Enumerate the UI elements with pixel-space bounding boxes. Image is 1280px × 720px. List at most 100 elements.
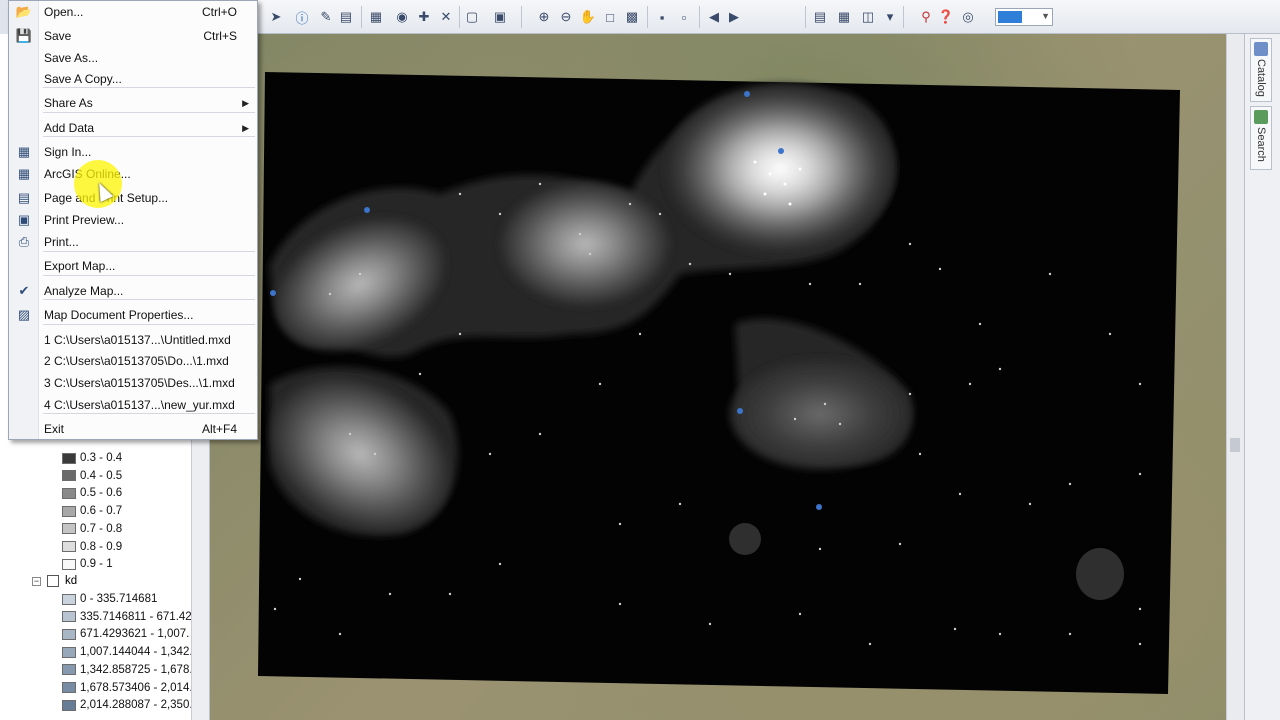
legend-class-row[interactable]: 0 - 335.714681 [62, 590, 157, 608]
legend-swatch[interactable] [62, 452, 76, 464]
file-menu: 📂 Open... Ctrl+O 💾 Save Ctrl+S Save As... Save … [8, 0, 258, 440]
fixed-zoom-in-icon[interactable]: ▪ [653, 8, 671, 26]
help-icon[interactable]: ❓ [937, 8, 955, 26]
menu-item-15[interactable]: 1 C:\Users\a015137...\Untitled.mxd [9, 329, 257, 351]
menu-separator [43, 87, 255, 88]
legend-class-label: 335.7146811 - 671.42 [80, 610, 192, 623]
menu-item-5[interactable]: Share As ▶ [9, 92, 257, 114]
menu-item-12[interactable]: Export Map... [9, 255, 257, 277]
menu-shortcut: Alt+F4 [201, 422, 237, 436]
legend-class-row[interactable]: 0.7 - 0.8 [62, 520, 122, 538]
legend-swatch[interactable] [62, 646, 76, 658]
edit-pencil-icon[interactable]: ✎ [317, 8, 335, 26]
legend-swatch[interactable] [62, 682, 76, 693]
menu-item-16[interactable]: 2 C:\Users\a01513705\Do...\1.mxd [9, 350, 257, 372]
legend-class-label: 1,342.858725 - 1,678. [80, 663, 193, 676]
go-to-xy-icon[interactable]: ✚ [415, 8, 433, 26]
georef-icon[interactable]: ⚲ [917, 8, 935, 26]
legend-class-label: 0.9 - 1 [80, 558, 113, 571]
zoom-whole-page-icon[interactable]: □ [601, 8, 619, 26]
zoom-data-icon[interactable]: ▣ [491, 8, 509, 26]
legend-swatch[interactable] [62, 558, 76, 570]
zoom-out-page-icon[interactable]: ⊖ [557, 8, 575, 26]
menu-item-8[interactable]: ▦ArcGIS Online... [9, 163, 257, 185]
change-layout-icon[interactable]: ▦ [835, 8, 853, 26]
layer-visibility-checkbox[interactable] [47, 575, 59, 587]
menu-item-7[interactable]: ▦ Sign In... [9, 141, 257, 163]
legend-class-label: 0.6 - 0.7 [80, 505, 123, 518]
zoom-in-page-icon[interactable]: ⊕ [535, 8, 553, 26]
search-tab[interactable]: Search [1250, 106, 1272, 170]
kernel-density-raster [258, 72, 1180, 694]
toolbar-options-icon[interactable]: ▾ [881, 8, 899, 26]
fixed-zoom-out-icon[interactable]: ▫ [675, 8, 693, 26]
legend-swatch[interactable] [62, 523, 76, 535]
data-driven-pages-icon[interactable]: ◫ [859, 8, 877, 26]
menu-shortcut: Ctrl+S [203, 29, 237, 43]
legend-class-row[interactable]: 2,014.288087 - 2,350. [62, 696, 193, 714]
legend-class-row[interactable]: 671.4293621 - 1,007. [62, 625, 189, 643]
measure-icon[interactable]: ▦ [367, 8, 385, 26]
menu-item-3[interactable]: Save As... [9, 47, 257, 69]
menu-item-14[interactable]: ▨ Map Document Properties... [9, 304, 257, 326]
legend-class-row[interactable]: 0.4 - 0.5 [62, 467, 122, 485]
folder-open-icon: 📂 [15, 4, 33, 19]
menu-item-1[interactable]: 📂 Open... Ctrl+O [9, 1, 257, 23]
dock-strip: Catalog Search [1244, 34, 1280, 720]
collapse-icon[interactable]: − [32, 576, 41, 586]
menu-item-2[interactable]: 💾 Save Ctrl+S [9, 25, 257, 47]
layout-view-icon[interactable]: ▤ [811, 8, 829, 26]
next-extent-icon[interactable]: ▶ [725, 8, 743, 26]
menu-item-11[interactable]: ⎙ Print... [9, 231, 257, 253]
analyze-map-icon: ✔ [18, 283, 30, 298]
menu-item-label: Exit [44, 422, 65, 436]
menu-item-10[interactable]: ▣ Print Preview... [9, 209, 257, 231]
find-binoculars-icon[interactable]: ◉ [393, 8, 411, 26]
scroll-thumb[interactable] [1230, 438, 1240, 452]
globe-icon[interactable]: ◎ [959, 8, 977, 26]
map-canvas[interactable] [210, 34, 1226, 720]
legend-swatch[interactable] [62, 505, 76, 517]
legend-swatch[interactable] [62, 699, 76, 711]
legend-class-row[interactable]: 1,007.144044 - 1,342. [62, 643, 193, 661]
floppy-save-icon: 💾 [15, 28, 33, 43]
legend-class-row[interactable]: 0.3 - 0.4 [62, 449, 122, 467]
catalog-tab[interactable]: Catalog [1250, 38, 1272, 102]
menu-separator [43, 413, 255, 414]
legend-swatch[interactable] [62, 628, 76, 640]
html-popup-icon[interactable]: ▤ [337, 8, 355, 26]
menu-item-19[interactable]: Exit Alt+F4 [9, 418, 257, 440]
zoom-100-icon[interactable]: ▩ [623, 8, 641, 26]
legend-swatch[interactable] [62, 470, 76, 482]
submenu-arrow-icon: ▶ [242, 97, 249, 108]
legend-swatch[interactable] [62, 664, 76, 676]
legend-class-label: 0.8 - 0.9 [80, 540, 123, 553]
legend-swatch[interactable] [62, 541, 76, 552]
arcgis-online-icon: ▦ [17, 166, 31, 181]
menu-item-17[interactable]: 3 C:\Users\a01513705\Des...\1.mxd [9, 372, 257, 394]
previous-extent-icon[interactable]: ◀ [705, 8, 723, 26]
legend-class-row[interactable]: 0.6 - 0.7 [62, 502, 122, 520]
menu-item-9[interactable]: ▤Page and Print Setup... [9, 187, 257, 209]
catalog-icon [1254, 42, 1268, 56]
menu-item-label: Save A Copy... [44, 72, 122, 86]
menu-item-label: Print Preview... [44, 213, 125, 227]
legend-class-row[interactable]: 0.5 - 0.6 [62, 484, 122, 502]
zoom-control-dropdown[interactable]: ▼ [995, 8, 1053, 26]
identify-icon[interactable]: ⓘ [293, 8, 311, 26]
clear-selection-icon[interactable]: ✕ [437, 8, 455, 26]
legend-class-row[interactable]: 1,342.858725 - 1,678. [62, 661, 193, 679]
pan-page-icon[interactable]: ✋ [579, 8, 597, 26]
legend-swatch[interactable] [62, 611, 76, 623]
legend-class-row[interactable]: 335.7146811 - 671.42 [62, 608, 192, 626]
full-extent-icon[interactable]: ▢ [463, 8, 481, 26]
legend-class-row[interactable]: 0.8 - 0.9 [62, 538, 122, 556]
select-elements-icon[interactable]: ➤ [267, 8, 285, 26]
legend-class-row[interactable]: 0.9 - 1 [62, 555, 113, 573]
legend-class-row[interactable]: 1,678.573406 - 2,014. [62, 679, 193, 697]
legend-swatch[interactable] [62, 487, 76, 499]
layer-kd[interactable]: − kd [32, 572, 77, 590]
legend-swatch[interactable] [62, 593, 76, 605]
menu-separator [43, 112, 255, 113]
map-vertical-scrollbar[interactable] [1226, 34, 1244, 720]
